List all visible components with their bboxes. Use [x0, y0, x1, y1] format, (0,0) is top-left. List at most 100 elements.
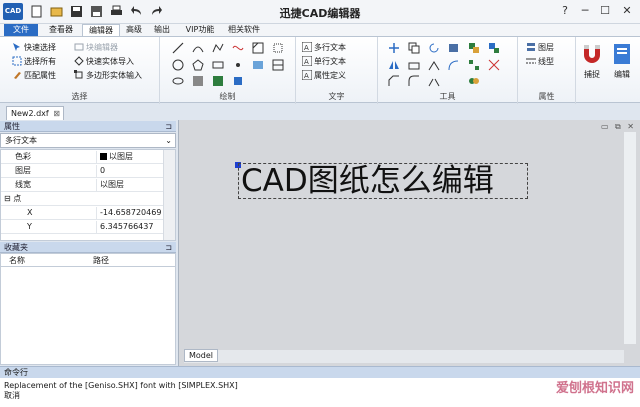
- canvas-window-controls[interactable]: ▭ ⧉ ✕: [601, 122, 636, 132]
- layers-button[interactable]: 图层: [526, 41, 554, 54]
- minimize-button[interactable]: ─: [576, 3, 594, 19]
- tab-advanced[interactable]: 高级: [122, 24, 146, 36]
- offset-icon[interactable]: [448, 59, 460, 71]
- close-button[interactable]: ✕: [618, 3, 636, 19]
- tab-file[interactable]: 文件: [4, 24, 38, 36]
- image-icon[interactable]: [252, 59, 264, 71]
- hatch-icon[interactable]: [252, 42, 264, 54]
- canvas-horizontal-scrollbar[interactable]: [184, 350, 624, 363]
- close-tab-icon[interactable]: ⊠: [53, 107, 60, 120]
- properties-panel-title: 属性 ⊐: [0, 121, 176, 132]
- snap-button[interactable]: 捕捉: [578, 41, 606, 80]
- quick-select-button[interactable]: 快速选择: [12, 41, 56, 54]
- tab-editor[interactable]: 编辑器: [82, 24, 120, 36]
- command-line-1: Replacement of the [Geniso.SHX] font wit…: [4, 381, 238, 390]
- spline-icon[interactable]: [232, 42, 244, 54]
- ellipse-icon[interactable]: [172, 75, 184, 87]
- column-path[interactable]: 路径: [93, 254, 109, 267]
- gradient-icon[interactable]: [192, 75, 204, 87]
- single-line-text-button[interactable]: A 单行文本: [301, 55, 346, 68]
- ribbon-group-properties: 图层 线型 属性: [518, 37, 576, 104]
- drawing-mtext-object[interactable]: CAD图纸怎么编辑: [238, 163, 528, 199]
- linetype-icon: [526, 56, 536, 66]
- property-row-lineweight[interactable]: 线宽 以图层: [1, 179, 164, 192]
- circle-icon[interactable]: [172, 59, 184, 71]
- watermark-text: 爱刨根知识网: [555, 381, 634, 396]
- select-all-icon: [12, 56, 22, 66]
- dimension-icon[interactable]: [272, 42, 284, 54]
- mirror-icon[interactable]: [388, 59, 400, 71]
- block-insert-icon[interactable]: [232, 75, 244, 87]
- rotate-icon[interactable]: [428, 42, 440, 54]
- rectangle-icon[interactable]: [212, 59, 224, 71]
- match-properties-button[interactable]: 匹配属性: [12, 69, 56, 82]
- multiline-text-icon: A: [301, 41, 313, 53]
- region-icon[interactable]: [212, 75, 224, 87]
- svg-text:A: A: [304, 58, 309, 66]
- command-panel-title: 命令行: [0, 366, 640, 378]
- polygon-shape-icon[interactable]: [192, 59, 204, 71]
- array-icon[interactable]: [468, 59, 480, 71]
- collapse-toggle-icon[interactable]: ⊟: [4, 194, 11, 203]
- canvas-vertical-scrollbar[interactable]: [624, 132, 636, 344]
- color-value-select[interactable]: 以图层: [100, 151, 164, 164]
- point-icon[interactable]: [232, 59, 244, 71]
- properties-scrollbar[interactable]: [163, 150, 175, 240]
- title-bar: CAD 迅捷CAD编辑器 ? ─ ☐ ✕: [0, 0, 640, 24]
- document-tab[interactable]: New2.dxf ⊠: [6, 106, 64, 120]
- trim-icon[interactable]: [488, 59, 500, 71]
- attribute-definition-button[interactable]: A 属性定义: [301, 69, 346, 82]
- maximize-button[interactable]: ☐: [596, 3, 614, 19]
- command-output: Replacement of the [Geniso.SHX] font wit…: [0, 378, 640, 407]
- join-icon[interactable]: [468, 75, 480, 87]
- group-icon[interactable]: [468, 42, 480, 54]
- favorites-header: 名称 路径: [0, 253, 176, 267]
- pin-icon[interactable]: ⊐: [165, 242, 172, 253]
- fillet-icon[interactable]: [408, 75, 420, 87]
- chamfer-icon[interactable]: [388, 75, 400, 87]
- property-row-color[interactable]: 色彩 以图层: [1, 151, 164, 164]
- ungroup-icon[interactable]: [488, 42, 500, 54]
- single-line-text-icon: A: [301, 55, 313, 67]
- linetype-button[interactable]: 线型: [526, 55, 554, 68]
- edit-button[interactable]: 编辑: [608, 41, 636, 80]
- pin-icon[interactable]: ⊐: [165, 121, 172, 132]
- magnet-icon: [579, 41, 605, 67]
- explode-icon[interactable]: [428, 59, 440, 71]
- table-icon[interactable]: [272, 59, 284, 71]
- move-icon[interactable]: [388, 42, 400, 54]
- layer-tool-icon[interactable]: [448, 42, 460, 54]
- chevron-down-icon: ⌄: [165, 136, 172, 145]
- select-group-title: 选择: [71, 92, 88, 101]
- scale-icon[interactable]: [408, 59, 420, 71]
- quick-entity-import-button[interactable]: 快速实体导入: [74, 55, 134, 68]
- tab-model[interactable]: Model: [184, 349, 218, 362]
- tab-vip[interactable]: VIP功能: [180, 24, 220, 36]
- select-all-button[interactable]: 选择所有: [12, 55, 56, 68]
- polygon-entity-input-button[interactable]: 多边形实体输入: [74, 69, 142, 82]
- property-row-layer[interactable]: 图层 0: [1, 165, 164, 178]
- tab-viewer[interactable]: 查看器: [44, 24, 78, 36]
- copy-icon[interactable]: [408, 42, 420, 54]
- text-group-title: 文字: [328, 92, 345, 101]
- help-button[interactable]: ?: [556, 3, 574, 19]
- column-name[interactable]: 名称: [9, 254, 25, 267]
- object-type-select[interactable]: 多行文本 ⌄: [0, 133, 176, 148]
- multiline-text-button[interactable]: A 多行文本: [301, 41, 346, 54]
- tab-related-software[interactable]: 相关软件: [224, 24, 264, 36]
- arc-icon[interactable]: [192, 42, 204, 54]
- drawing-canvas[interactable]: ▭ ⧉ ✕: [178, 120, 640, 366]
- window-title: 迅捷CAD编辑器: [279, 7, 361, 20]
- svg-text:A: A: [304, 72, 309, 80]
- block-editor-icon: [74, 42, 84, 52]
- block-editor-button[interactable]: 块编辑器: [74, 41, 118, 54]
- tab-output[interactable]: 输出: [150, 24, 174, 36]
- property-row-y[interactable]: Y 6.345766437: [1, 221, 164, 234]
- edit-document-icon: [609, 41, 635, 67]
- property-row-x[interactable]: X -14.658720469: [1, 207, 164, 220]
- line-icon[interactable]: [172, 42, 184, 54]
- document-tab-strip: New2.dxf ⊠: [0, 104, 640, 120]
- polyline-icon[interactable]: [212, 42, 224, 54]
- property-group-point[interactable]: ⊟ 点: [1, 193, 164, 206]
- break-icon[interactable]: [428, 75, 440, 87]
